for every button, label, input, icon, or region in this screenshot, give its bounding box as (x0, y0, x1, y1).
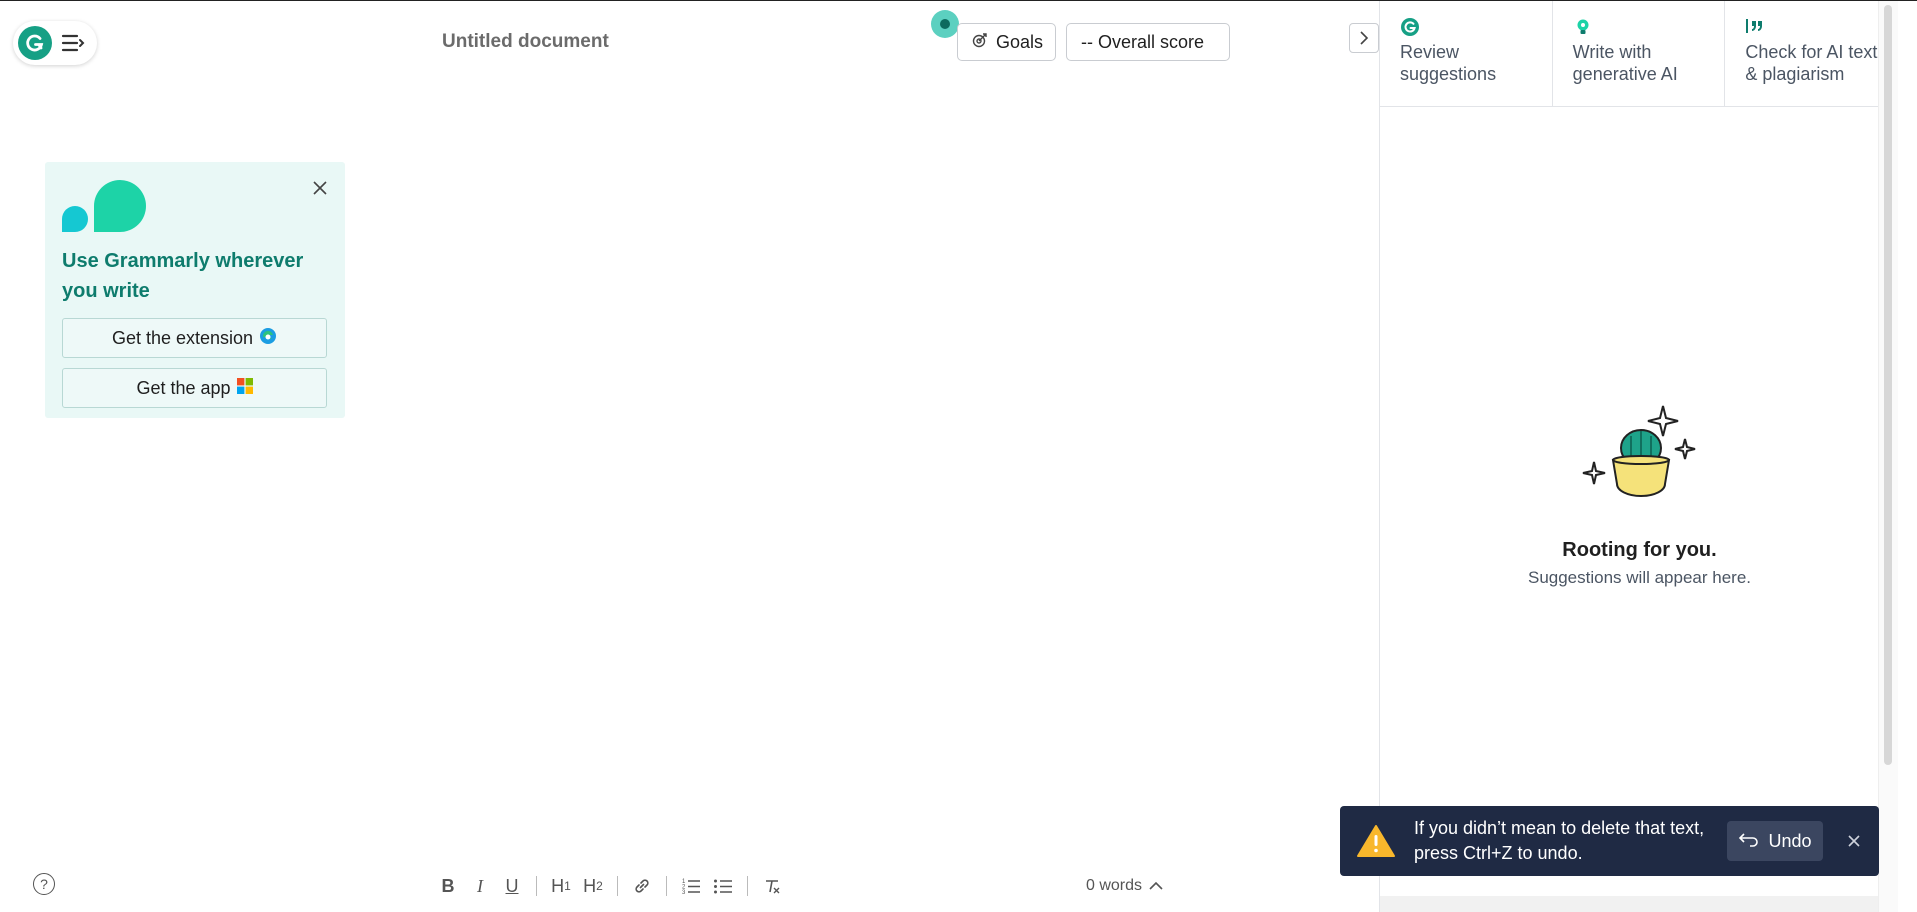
document-title[interactable]: Untitled document (442, 31, 609, 53)
scrollbar-thumb[interactable] (1884, 5, 1892, 765)
get-extension-button[interactable]: Get the extension (62, 318, 327, 358)
tab-generative-ai[interactable]: Write with generative AI (1553, 1, 1726, 106)
overall-score-button[interactable]: -- Overall score (1066, 23, 1230, 61)
italic-button[interactable]: I (469, 873, 491, 899)
chevron-right-icon (1360, 31, 1369, 45)
formatting-toolbar: B I U H1 H2 123 (432, 873, 788, 899)
help-icon[interactable]: ? (33, 873, 55, 895)
grammarly-logo-icon[interactable] (18, 26, 52, 60)
heading-2-level: 2 (596, 879, 603, 893)
empty-title: Rooting for you. (1562, 539, 1717, 561)
heading-1-letter: H (551, 875, 565, 896)
grammarly-g-icon (1400, 17, 1532, 37)
svg-text:3: 3 (682, 890, 686, 895)
collapse-panel-button[interactable] (1349, 23, 1379, 53)
numbered-list-icon[interactable]: 123 (680, 873, 702, 899)
quote-icon (1745, 17, 1878, 37)
tab-review-suggestions[interactable]: Review suggestions (1380, 1, 1553, 106)
toolbar-divider (747, 876, 748, 896)
goals-button[interactable]: Goals (957, 23, 1056, 61)
tab-label: Check for AI text & plagiarism (1745, 42, 1878, 84)
promo-title: Use Grammarly wherever you write (62, 250, 304, 302)
undo-icon (1738, 831, 1760, 852)
word-count-button[interactable]: 0 words (1086, 877, 1164, 895)
tab-ai-plagiarism[interactable]: Check for AI text & plagiarism (1725, 1, 1898, 106)
status-indicator (931, 10, 959, 38)
undo-toast: If you didn’t mean to delete that text, … (1340, 806, 1879, 876)
undo-button[interactable]: Undo (1727, 821, 1823, 861)
word-count-label: 0 words (1086, 877, 1143, 894)
speech-bubbles-illustration (62, 180, 328, 232)
bold-button[interactable]: B (437, 873, 459, 899)
toolbar-divider (666, 876, 667, 896)
get-app-button[interactable]: Get the app (62, 368, 327, 408)
panel-tabs: Review suggestions Write with generative… (1380, 1, 1898, 107)
heading-1-level: 1 (564, 879, 571, 893)
tab-label: Review suggestions (1400, 42, 1497, 84)
tab-label: Write with generative AI (1572, 42, 1678, 84)
target-icon (972, 32, 988, 53)
cactus-illustration (1582, 405, 1695, 497)
grammarly-promo-card: Use Grammarly wherever you write Get the… (45, 162, 345, 418)
undo-label: Undo (1768, 830, 1812, 851)
app-switcher (13, 21, 97, 65)
chevron-up-icon (1149, 881, 1163, 890)
close-icon[interactable] (1845, 832, 1863, 850)
get-app-label: Get the app (136, 377, 231, 398)
link-icon[interactable] (631, 873, 653, 899)
toolbar-divider (536, 876, 537, 896)
suggestions-panel: Review suggestions Write with generative… (1379, 1, 1898, 912)
heading-1-button[interactable]: H1 (550, 873, 572, 899)
get-extension-label: Get the extension (111, 327, 254, 348)
underline-button[interactable]: U (501, 873, 523, 899)
bulleted-list-icon[interactable] (712, 873, 734, 899)
toast-message: If you didn’t mean to delete that text, … (1414, 818, 1705, 863)
panel-scrollbar[interactable] (1878, 1, 1898, 912)
empty-subtitle: Suggestions will appear here. (1527, 568, 1752, 587)
toolbar-divider (617, 876, 618, 896)
menu-icon[interactable] (60, 31, 86, 55)
windows-icon (236, 377, 253, 399)
edge-browser-icon (259, 327, 277, 350)
heading-2-button[interactable]: H2 (582, 873, 604, 899)
overall-score-label: -- Overall score (1081, 31, 1205, 52)
warning-icon (1356, 824, 1396, 858)
clear-formatting-icon[interactable] (761, 873, 783, 899)
panel-footer (1380, 896, 1880, 912)
goals-label: Goals (996, 31, 1044, 52)
lightbulb-icon (1573, 17, 1705, 37)
empty-state: Rooting for you. Suggestions will appear… (1380, 396, 1899, 588)
heading-2-letter: H (583, 875, 597, 896)
